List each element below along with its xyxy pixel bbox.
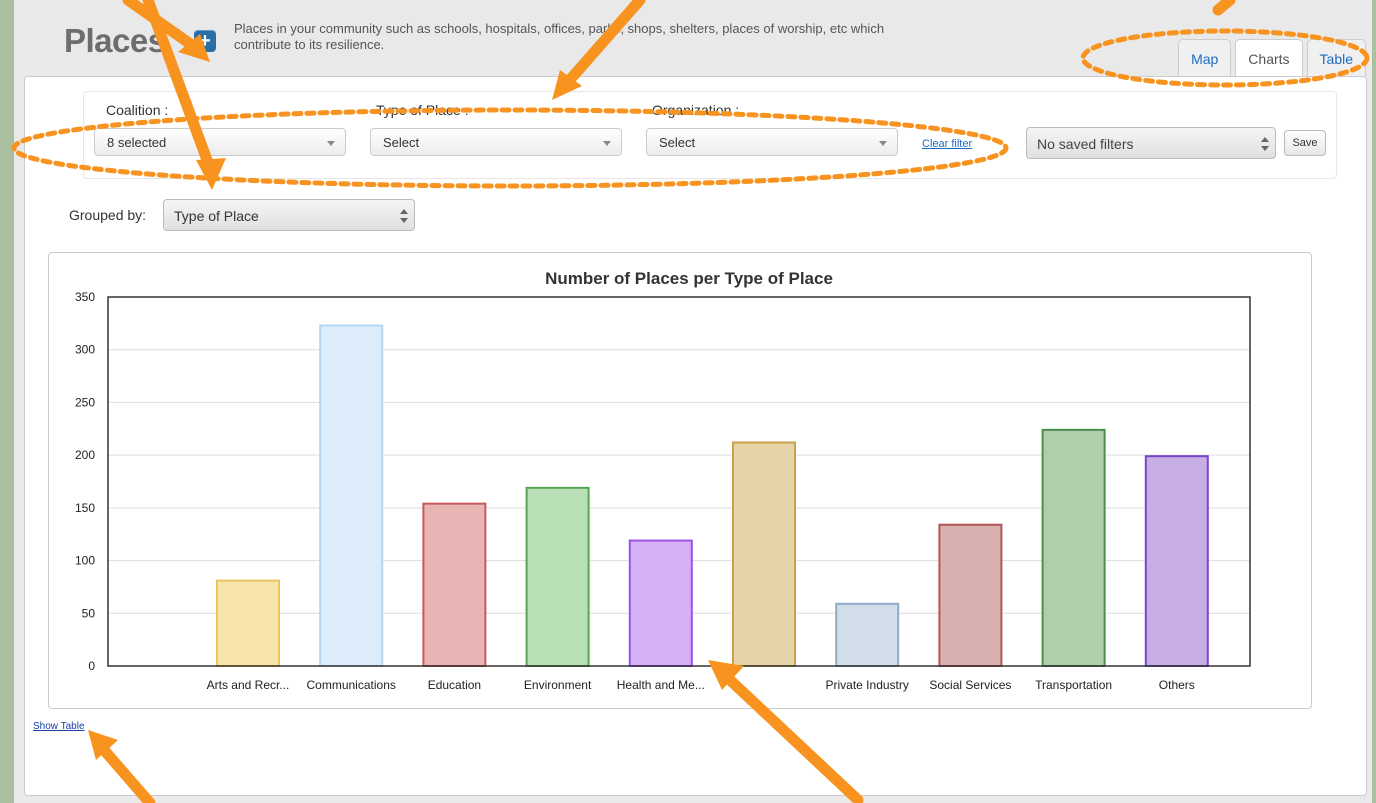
tab-charts[interactable]: Charts: [1235, 39, 1303, 78]
app-frame: Places + Places in your community such a…: [14, 0, 1372, 803]
grouped-by-label: Grouped by:: [69, 207, 147, 223]
y-tick-label: 250: [75, 395, 95, 409]
x-tick-label: Education: [428, 678, 481, 692]
filter-bar: Coalition : 8 selected Type of Place : S…: [83, 91, 1337, 179]
bar-chart: Number of Places per Type of Place 0 50 10…: [75, 269, 1251, 692]
plus-icon[interactable]: +: [194, 30, 216, 52]
page-description: Places in your community such as schools…: [234, 21, 885, 52]
y-tick-label: 0: [88, 659, 95, 673]
coalition-value: 8 selected: [107, 135, 167, 150]
chart-bar[interactable]: [938, 523, 1003, 667]
type-of-place-label: Type of Place :: [376, 102, 469, 118]
organization-value: Select: [659, 135, 696, 150]
chart-bar[interactable]: [1041, 428, 1106, 667]
chart-bars: Arts and Recr... Communications Education E…: [207, 324, 1209, 692]
chart-bar[interactable]: [525, 486, 590, 667]
x-tick-label: Health and Me...: [617, 678, 705, 692]
content-panel: Coalition : 8 selected Type of Place : S…: [24, 76, 1367, 796]
chart-container: Number of Places per Type of Place 0 50 10…: [48, 252, 1312, 709]
chevron-down-icon: [603, 141, 611, 146]
y-tick-label: 100: [75, 554, 95, 568]
x-tick-label: Environment: [524, 678, 592, 692]
tab-table[interactable]: Table: [1306, 39, 1366, 76]
chart-title: Number of Places per Type of Place: [545, 269, 833, 288]
coalition-label: Coalition :: [106, 102, 169, 118]
coalition-select[interactable]: 8 selected: [94, 128, 346, 156]
y-tick-label: 350: [75, 290, 95, 304]
y-tick-label: 300: [75, 343, 95, 357]
chevron-down-icon: [327, 141, 335, 146]
type-of-place-value: Select: [383, 135, 420, 150]
x-tick-label: Arts and Recr...: [207, 678, 290, 692]
updown-arrows-icon: [1261, 136, 1269, 152]
organization-select[interactable]: Select: [646, 128, 898, 156]
chevron-down-icon: [879, 141, 887, 146]
show-table-link[interactable]: Show Table: [33, 721, 85, 732]
x-tick-label: Transportation: [1035, 678, 1112, 692]
grouped-by-select[interactable]: Type of Place: [163, 199, 415, 231]
save-filter-button[interactable]: Save: [1284, 130, 1326, 156]
view-tabs: Map Charts Table: [1178, 39, 1366, 78]
chart-bar[interactable]: [319, 324, 384, 667]
type-of-place-select[interactable]: Select: [370, 128, 622, 156]
tab-map[interactable]: Map: [1178, 39, 1232, 76]
clear-filter-link[interactable]: Clear filter: [922, 138, 972, 150]
grouped-by-value: Type of Place: [174, 208, 259, 224]
x-tick-label: Social Services: [929, 678, 1011, 692]
y-tick-label: 200: [75, 448, 95, 462]
updown-arrows-icon: [400, 208, 408, 224]
y-tick-label: 50: [82, 606, 96, 620]
x-tick-label: Communications: [307, 678, 396, 692]
x-tick-label: Others: [1159, 678, 1195, 692]
saved-filters-value: No saved filters: [1037, 136, 1134, 152]
x-tick-label: Private Industry: [826, 678, 909, 692]
chart-bar[interactable]: [216, 579, 280, 667]
y-tick-label: 150: [75, 501, 95, 515]
chart-bar[interactable]: [628, 539, 693, 668]
chart-bar[interactable]: [422, 502, 487, 667]
page-title: Places: [64, 22, 166, 59]
page-header: Places + Places in your community such a…: [14, 0, 1372, 78]
saved-filters-select[interactable]: No saved filters: [1026, 127, 1276, 159]
chart-bar[interactable]: [732, 441, 796, 667]
chart-bar[interactable]: [1144, 455, 1209, 667]
organization-label: Organization :: [652, 102, 740, 118]
chart-bar[interactable]: [835, 602, 900, 668]
